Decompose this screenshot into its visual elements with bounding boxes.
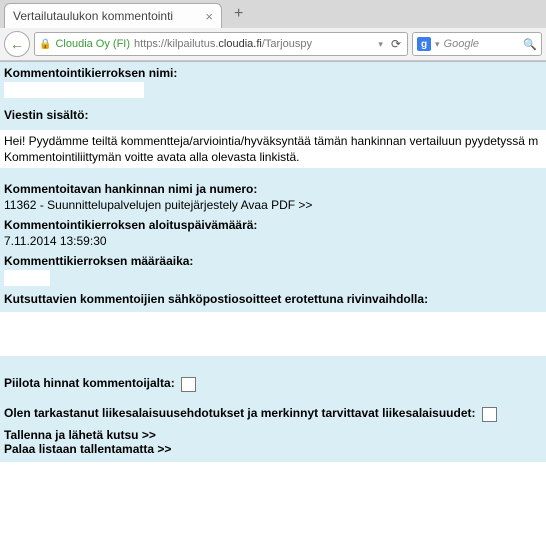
deadline-input[interactable]: [4, 270, 50, 286]
message-line: Kommentointiliittymän voitte avata alla …: [4, 149, 542, 165]
reload-button[interactable]: ⟳: [389, 37, 403, 51]
save-send-link[interactable]: Tallenna ja lähetä kutsu >>: [4, 428, 542, 442]
hide-prices-label: Piilota hinnat kommentoijalta:: [4, 376, 175, 390]
round-name-label: Kommentointikierroksen nimi:: [4, 66, 542, 80]
confirm-secrets-checkbox[interactable]: [482, 407, 497, 422]
emails-label: Kutsuttavien kommentoijien sähköpostioso…: [4, 292, 542, 306]
search-placeholder: Google: [444, 38, 479, 50]
google-icon: g: [417, 37, 431, 51]
message-body[interactable]: Hei! Pyydämme teiltä kommentteja/arvioin…: [0, 130, 546, 168]
back-button[interactable]: ←: [4, 31, 30, 57]
new-tab-button[interactable]: +: [228, 5, 249, 23]
start-date-value: 7.11.2014 13:59:30: [4, 234, 542, 248]
target-value[interactable]: 11362 - Suunnittelupalvelujen puitejärje…: [4, 198, 542, 212]
browser-tab[interactable]: Vertailutaulukon kommentointi ×: [4, 3, 222, 28]
url-dropdown-icon[interactable]: ▾: [376, 39, 385, 50]
message-line: Hei! Pyydämme teiltä kommentteja/arvioin…: [4, 133, 542, 149]
target-label: Kommentoitavan hankinnan nimi ja numero:: [4, 182, 542, 196]
url-bar[interactable]: 🔒 Cloudia Oy (FI) https://kilpailutus.cl…: [34, 32, 408, 56]
close-tab-icon[interactable]: ×: [193, 9, 213, 24]
search-icon[interactable]: 🔍: [523, 38, 537, 51]
confirm-secrets-label: Olen tarkastanut liikesalaisuusehdotukse…: [4, 406, 476, 420]
deadline-label: Kommenttikierroksen määräaika:: [4, 254, 542, 268]
start-date-label: Kommentointikierroksen aloituspäivämäärä…: [4, 218, 542, 232]
page-content: Kommentointikierroksen nimi: Viestin sis…: [0, 62, 546, 542]
nav-bar: ← 🔒 Cloudia Oy (FI) https://kilpailutus.…: [0, 28, 546, 61]
round-name-input[interactable]: [4, 82, 144, 98]
tab-title: Vertailutaulukon kommentointi: [13, 9, 173, 23]
search-bar[interactable]: g ▾ Google 🔍: [412, 32, 542, 56]
lock-icon: 🔒: [39, 39, 51, 50]
hide-prices-checkbox[interactable]: [181, 377, 196, 392]
emails-textarea[interactable]: [0, 312, 546, 356]
back-to-list-link[interactable]: Palaa listaan tallentamatta >>: [4, 442, 542, 456]
site-identity: Cloudia Oy (FI): [55, 38, 130, 50]
tab-bar: Vertailutaulukon kommentointi × +: [0, 0, 546, 28]
browser-chrome: Vertailutaulukon kommentointi × + ← 🔒 Cl…: [0, 0, 546, 62]
search-dropdown-icon[interactable]: ▾: [435, 39, 440, 50]
message-label: Viestin sisältö:: [4, 108, 542, 122]
url-text: https://kilpailutus.cloudia.fi/Tarjouspy: [134, 38, 312, 50]
